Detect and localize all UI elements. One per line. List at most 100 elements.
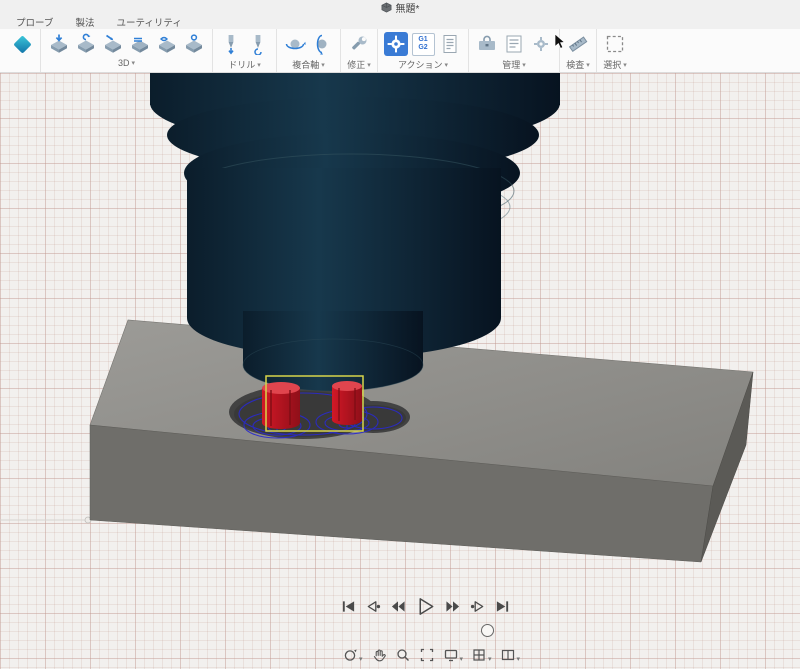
pocket-clearing-button[interactable] [74,32,98,56]
viewport-canvas[interactable]: ▾ ▾ ▾ ▾ [0,73,800,669]
step-forward-icon [470,601,484,612]
pan-hand-icon [373,649,386,662]
chevron-down-icon: ▾ [516,656,521,663]
group-label-multiaxis[interactable]: 複合軸 ▾ [292,58,325,71]
toolbar-group-setup [4,29,41,72]
group-label-drill[interactable]: ドリル ▾ [228,58,261,71]
chevron-down-icon: ▾ [131,60,136,67]
toolbar-group-modify: 修正 ▾ [341,29,378,72]
setup-sheet-button[interactable] [438,32,462,56]
grid-settings-button[interactable]: ▾ [471,647,492,663]
swarf-icon [285,39,306,50]
viewports-icon [501,649,514,661]
simulate-button[interactable] [384,32,408,56]
toolbar-group-select: 選択 ▾ [597,29,633,72]
play-icon [419,598,434,615]
window-select-button[interactable] [603,32,627,56]
measure-button[interactable] [566,32,590,56]
scallop-button[interactable] [155,32,179,56]
chevron-down-icon: ▾ [359,656,363,663]
magnifier-icon [396,649,409,661]
chevron-down-icon: ▾ [459,656,464,663]
drill-icon [228,35,234,55]
simulation-scene [0,73,754,563]
multiaxis-contour-icon [316,34,327,55]
fit-view-icon [420,648,433,662]
fit-button[interactable] [419,647,435,663]
orbit-button[interactable]: ▾ [342,647,363,663]
group-label-select[interactable]: 選択 ▾ [603,58,627,71]
viewports-button[interactable]: ▾ [500,647,521,663]
contour-button[interactable] [101,32,125,56]
ruler-icon [568,36,588,53]
play-backward-button[interactable] [390,599,406,614]
title-bar: 無題* [0,0,800,15]
toolbar-group-drill: ドリル ▾ [213,29,277,72]
adaptive-clearing-icon [51,34,67,53]
orbit-icon [344,649,357,661]
document-title: 無題* [395,3,420,15]
tab-fabrication[interactable]: 製法 [75,15,94,29]
machine-library-button[interactable] [529,32,553,56]
grid-settings-icon [473,649,485,661]
chevron-down-icon: ▾ [522,61,526,69]
spiral-button[interactable] [182,32,206,56]
chevron-down-icon: ▾ [586,61,590,69]
display-settings-button[interactable]: ▾ [443,647,464,663]
zoom-button[interactable] [395,647,411,663]
group-label-actions[interactable]: アクション ▾ [398,58,448,71]
post-process-button[interactable]: G1 G2 [411,32,435,56]
workspace-tab-bar: プローブ 製法 ユーティリティ [0,14,800,29]
wrench-icon [352,36,367,50]
chevron-down-icon: ▾ [257,61,261,69]
cam-toolbar: 3D ▾ ドリル ▾ 複合軸 ▾ 修正 ▾ G1 G2 アクション ▾ 管理 ▾… [0,29,800,73]
toolbar-group-multiaxis: 複合軸 ▾ [277,29,341,72]
simulate-gear-icon [387,35,405,53]
toolbar-group-manage: 管理 ▾ [469,29,560,72]
step-forward-button[interactable] [470,599,486,614]
g1g2-icon: G1 G2 [411,32,435,56]
group-label-inspect[interactable]: 検査 ▾ [566,58,590,71]
pocket-clearing-icon [78,33,94,53]
drill-button[interactable] [219,32,243,56]
skip-to-start-icon [342,601,355,612]
rewind-icon [391,601,405,612]
task-manager-button[interactable] [502,32,526,56]
fast-forward-button[interactable] [445,599,461,614]
milling-setup-button[interactable] [10,32,34,56]
step-back-button[interactable] [365,599,381,614]
chevron-down-icon: ▾ [367,61,371,69]
milling-diamond-icon [12,34,32,54]
group-label-3d[interactable]: 3D ▾ [118,58,135,68]
edit-toolpath-button[interactable] [347,32,371,56]
group-label-modify[interactable]: 修正 ▾ [347,58,371,71]
chevron-down-icon: ▾ [623,61,627,69]
toolbox-icon [479,35,495,50]
navigation-dock: ▾ ▾ ▾ ▾ [342,647,520,663]
multiaxis-contour-button[interactable] [310,32,334,56]
chevron-down-icon: ▾ [444,61,449,69]
adaptive-clearing-button[interactable] [47,32,71,56]
toolbar-group-inspect: 検査 ▾ [560,29,597,72]
parallel-icon [132,37,148,53]
scallop-icon [159,36,175,53]
simulation-player [341,596,510,617]
bore-button[interactable] [246,32,270,56]
pan-button[interactable] [371,647,387,663]
tool-library-button[interactable] [475,32,499,56]
parallel-button[interactable] [128,32,152,56]
tab-probe[interactable]: プローブ [16,15,53,29]
play-button[interactable] [415,596,436,617]
skip-to-start-button[interactable] [341,599,356,614]
selection-box-icon [606,35,624,53]
skip-to-end-button[interactable] [495,599,510,614]
ground-reference-line [0,516,92,524]
nc-list-icon [443,35,457,53]
swarf-button[interactable] [283,32,307,56]
group-label-manage[interactable]: 管理 ▾ [502,58,526,71]
tab-utilities[interactable]: ユーティリティ [116,15,181,29]
task-list-icon [506,35,522,53]
timeline-scrubber-handle[interactable] [481,624,494,637]
display-settings-icon [444,649,457,662]
contour-icon [105,34,121,53]
